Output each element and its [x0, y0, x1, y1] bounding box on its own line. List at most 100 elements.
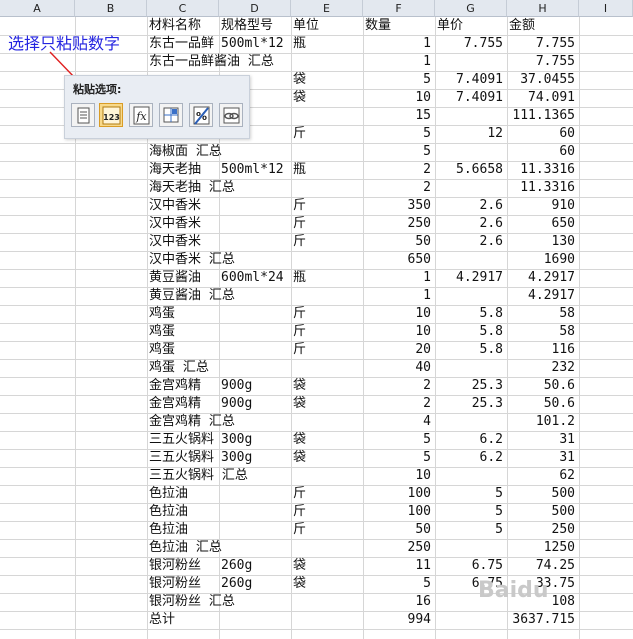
- cell[interactable]: 130: [507, 233, 575, 251]
- cell[interactable]: 11.3316: [507, 179, 575, 197]
- cell[interactable]: 色拉油 汇总: [147, 539, 281, 557]
- cell[interactable]: 海椒面 汇总: [147, 143, 281, 161]
- cell[interactable]: 1: [363, 53, 431, 71]
- cell[interactable]: 11.3316: [507, 161, 575, 179]
- cell[interactable]: 总计: [147, 611, 281, 629]
- column-header-h[interactable]: H: [507, 0, 579, 17]
- cell[interactable]: 5: [435, 503, 503, 521]
- cell[interactable]: 12: [435, 125, 503, 143]
- cell[interactable]: 58: [507, 305, 575, 323]
- cell[interactable]: 74.091: [507, 89, 575, 107]
- cell[interactable]: 116: [507, 341, 575, 359]
- cell[interactable]: 鸡蛋: [147, 305, 281, 323]
- cell[interactable]: 60: [507, 143, 575, 161]
- cell[interactable]: 4: [363, 413, 431, 431]
- cell[interactable]: 10: [363, 467, 431, 485]
- cell[interactable]: 4.2917: [435, 269, 503, 287]
- paste-formulas-icon[interactable]: fx: [129, 103, 153, 127]
- cell[interactable]: 31: [507, 449, 575, 467]
- cell[interactable]: 100: [363, 485, 431, 503]
- cell[interactable]: 鸡蛋: [147, 323, 281, 341]
- cell[interactable]: 20: [363, 341, 431, 359]
- cell[interactable]: 1690: [507, 251, 575, 269]
- column-header-a[interactable]: A: [0, 0, 75, 17]
- cell[interactable]: 色拉油: [147, 503, 281, 521]
- cell[interactable]: 2.6: [435, 197, 503, 215]
- cell[interactable]: 5: [363, 143, 431, 161]
- cell[interactable]: 汉中香米 汇总: [147, 251, 281, 269]
- column-header-i[interactable]: I: [579, 0, 633, 17]
- cell[interactable]: 2.6: [435, 233, 503, 251]
- cell[interactable]: 5: [363, 431, 431, 449]
- cell[interactable]: 5: [435, 485, 503, 503]
- cell[interactable]: 101.2: [507, 413, 575, 431]
- cell[interactable]: 7.755: [507, 53, 575, 71]
- cell[interactable]: 6.2: [435, 431, 503, 449]
- cell[interactable]: 5: [363, 125, 431, 143]
- cell[interactable]: 汉中香米: [147, 215, 281, 233]
- cell[interactable]: 2.6: [435, 215, 503, 233]
- cell[interactable]: 鸡蛋: [147, 341, 281, 359]
- cell[interactable]: 黄豆酱油 汇总: [147, 287, 281, 305]
- paste-link-icon[interactable]: [219, 103, 243, 127]
- cell[interactable]: 6.2: [435, 449, 503, 467]
- cell[interactable]: 5.8: [435, 323, 503, 341]
- cell[interactable]: 5: [435, 521, 503, 539]
- cell[interactable]: 7.4091: [435, 89, 503, 107]
- cell[interactable]: 2: [363, 161, 431, 179]
- cell[interactable]: 500: [507, 503, 575, 521]
- cell[interactable]: 25.3: [435, 395, 503, 413]
- column-header-c[interactable]: C: [147, 0, 219, 17]
- cell[interactable]: 色拉油: [147, 485, 281, 503]
- cell[interactable]: 5: [363, 575, 431, 593]
- cell[interactable]: 1: [363, 269, 431, 287]
- cell[interactable]: 650: [507, 215, 575, 233]
- column-header-e[interactable]: E: [291, 0, 363, 17]
- cell[interactable]: 金宫鸡精 汇总: [147, 413, 281, 431]
- column-header-d[interactable]: D: [219, 0, 291, 17]
- cell[interactable]: 650: [363, 251, 431, 269]
- paste-all-icon[interactable]: [71, 103, 95, 127]
- cell[interactable]: 东古一品鲜酱油 汇总: [147, 53, 281, 71]
- cell[interactable]: 16: [363, 593, 431, 611]
- cell[interactable]: 500: [507, 485, 575, 503]
- cell[interactable]: 汉中香米: [147, 233, 281, 251]
- cell[interactable]: 25.3: [435, 377, 503, 395]
- cell[interactable]: 1: [363, 35, 431, 53]
- cell[interactable]: 5: [363, 449, 431, 467]
- cell[interactable]: 10: [363, 305, 431, 323]
- cell[interactable]: 5.8: [435, 341, 503, 359]
- cell[interactable]: 7.755: [435, 35, 503, 53]
- cell[interactable]: 50.6: [507, 377, 575, 395]
- cell[interactable]: 58: [507, 323, 575, 341]
- cell[interactable]: 232: [507, 359, 575, 377]
- cell[interactable]: 4.2917: [507, 269, 575, 287]
- cell[interactable]: 250: [363, 215, 431, 233]
- cell[interactable]: 250: [507, 521, 575, 539]
- cell[interactable]: 11: [363, 557, 431, 575]
- cell[interactable]: 1250: [507, 539, 575, 557]
- cell[interactable]: 汉中香米: [147, 197, 281, 215]
- cell[interactable]: 37.0455: [507, 71, 575, 89]
- cell[interactable]: 74.25: [507, 557, 575, 575]
- cell[interactable]: 40: [363, 359, 431, 377]
- cell[interactable]: 5.6658: [435, 161, 503, 179]
- cell[interactable]: 6.75: [435, 557, 503, 575]
- cell[interactable]: 5.8: [435, 305, 503, 323]
- cell[interactable]: 7.755: [507, 35, 575, 53]
- cell[interactable]: 金额: [507, 17, 633, 35]
- cell[interactable]: 色拉油: [147, 521, 281, 539]
- cell[interactable]: 250: [363, 539, 431, 557]
- paste-transpose-icon[interactable]: [159, 103, 183, 127]
- cell[interactable]: 50: [363, 233, 431, 251]
- cell[interactable]: 海天老抽 汇总: [147, 179, 281, 197]
- cell[interactable]: 4.2917: [507, 287, 575, 305]
- cell[interactable]: 5: [363, 71, 431, 89]
- cell[interactable]: 100: [363, 503, 431, 521]
- cell[interactable]: 7.4091: [435, 71, 503, 89]
- cell[interactable]: 350: [363, 197, 431, 215]
- paste-formatting-icon[interactable]: %: [189, 103, 213, 127]
- cell[interactable]: 2: [363, 395, 431, 413]
- cell[interactable]: 2: [363, 377, 431, 395]
- paste-values-icon[interactable]: 123: [99, 103, 123, 127]
